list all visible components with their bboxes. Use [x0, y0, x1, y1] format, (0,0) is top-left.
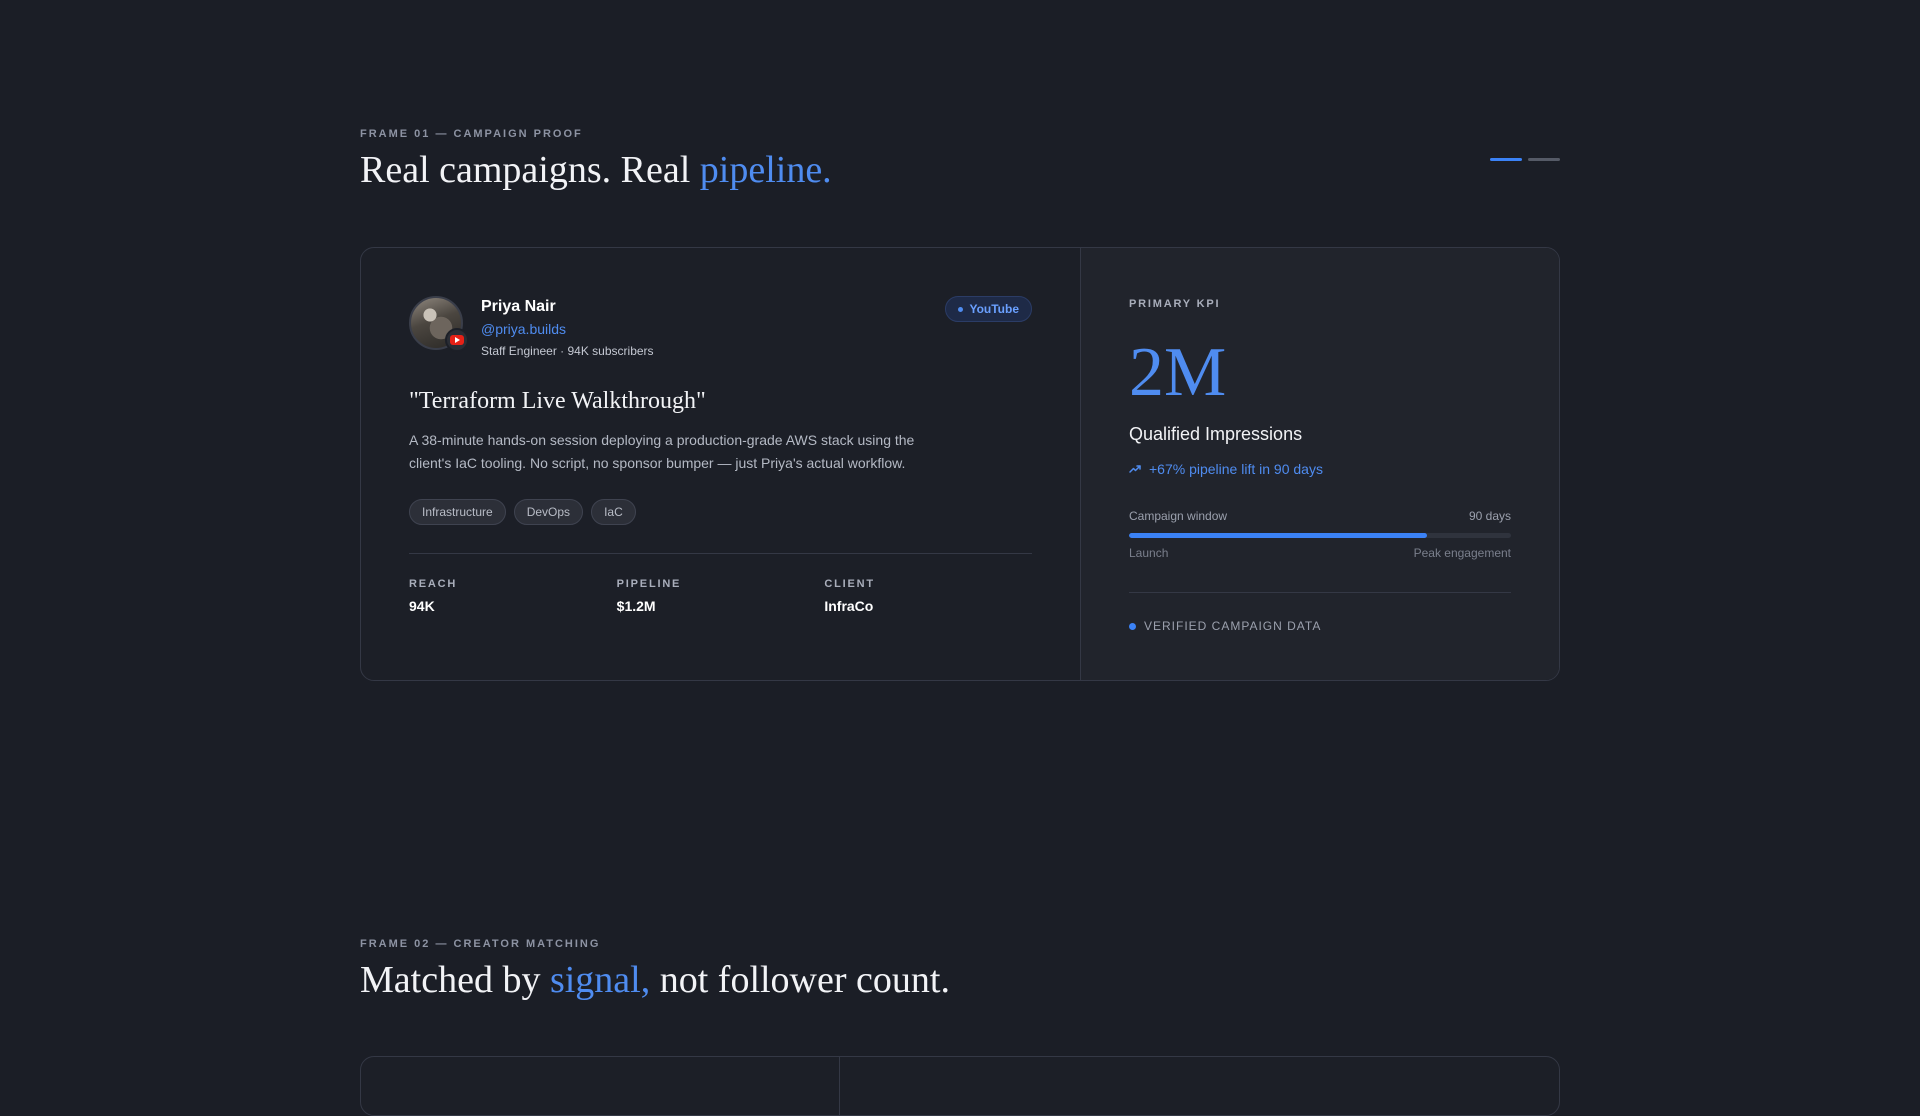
- campaign-title: "Terraform Live Walkthrough": [409, 388, 706, 414]
- verified-badge: VERIFIED CAMPAIGN DATA: [1129, 619, 1511, 633]
- trending-up-icon: [1129, 465, 1141, 473]
- stats-row: REACH 94K PIPELINE $1.2M CLIENT InfraCo: [409, 578, 1032, 614]
- kpi-divider: [1129, 592, 1511, 593]
- creator-handle-link[interactable]: @priya.builds: [481, 321, 566, 337]
- kpi-label: PRIMARY KPI: [1129, 298, 1221, 310]
- tag-devops: DevOps: [513, 499, 584, 525]
- verified-dot-icon: [1129, 622, 1136, 630]
- creator-info: Priya Nair @priya.builds Staff Engineer …: [481, 296, 654, 358]
- card-divider: [839, 1057, 840, 1115]
- frame-01-headline: Real campaigns. Real pipeline.: [360, 149, 1560, 192]
- frame-02-eyebrow: FRAME 02 — CREATOR MATCHING: [360, 938, 601, 950]
- range-start: Launch: [1129, 546, 1169, 560]
- kpi-caption: Qualified Impressions: [1129, 424, 1303, 444]
- stat-client: CLIENT InfraCo: [824, 578, 1032, 614]
- campaign-description: A 38-minute hands-on session deploying a…: [409, 432, 915, 471]
- stat-label: PIPELINE: [616, 578, 682, 590]
- pipeline-lift: +67% pipeline lift in 90 days: [1129, 461, 1511, 477]
- headline-text: Matched by: [360, 959, 550, 1001]
- pipeline-lift-text: +67% pipeline lift in 90 days: [1149, 461, 1323, 477]
- headline-text: Real campaigns. Real: [360, 149, 700, 191]
- tag-list: Infrastructure DevOps IaC: [409, 499, 1032, 525]
- platform-dot-icon: [958, 306, 964, 312]
- kpi-value: 2M: [1129, 334, 1227, 411]
- youtube-icon: [445, 328, 469, 352]
- creator-name: Priya Nair: [481, 298, 556, 315]
- campaign-details-panel: Priya Nair @priya.builds Staff Engineer …: [361, 248, 1080, 680]
- frame-01-eyebrow: FRAME 01 — CAMPAIGN PROOF: [360, 128, 583, 140]
- tag-infrastructure: Infrastructure: [409, 499, 506, 525]
- campaign-progress-bar: [1129, 533, 1511, 538]
- campaign-window-value: 90 days: [1468, 509, 1511, 523]
- stat-label: REACH: [409, 578, 458, 590]
- kpi-panel: PRIMARY KPI 2M Qualified Impressions +67…: [1080, 248, 1559, 680]
- stat-pipeline: PIPELINE $1.2M: [617, 578, 825, 614]
- stat-reach: REACH 94K: [409, 578, 617, 614]
- creator-meta: Staff Engineer · 94K subscribers: [481, 344, 654, 358]
- pager-dot-1[interactable]: [1490, 158, 1522, 161]
- avatar-wrapper: [409, 296, 469, 352]
- stat-value: 94K: [409, 598, 435, 614]
- campaign-range-row: Launch Peak engagement: [1129, 546, 1511, 560]
- headline-accent: pipeline.: [699, 149, 832, 191]
- headline-text-end: not follower count.: [650, 959, 950, 1001]
- headline-accent: signal,: [549, 959, 651, 1001]
- platform-label: YouTube: [969, 302, 1019, 316]
- verified-label: VERIFIED CAMPAIGN DATA: [1144, 619, 1322, 633]
- campaign-window-row: Campaign window 90 days: [1129, 509, 1511, 523]
- stat-label: CLIENT: [824, 578, 875, 590]
- frame-02-headline: Matched by signal, not follower count.: [360, 959, 1560, 1002]
- campaign-card: Priya Nair @priya.builds Staff Engineer …: [360, 247, 1560, 681]
- stat-value: InfraCo: [824, 598, 874, 614]
- campaign-window-label: Campaign window: [1129, 509, 1228, 523]
- frame-02-header: FRAME 02 — CREATOR MATCHING Matched by s…: [360, 938, 1560, 1002]
- creator-matching-card: [360, 1056, 1560, 1116]
- tag-iac: IaC: [591, 499, 636, 525]
- stats-divider: [409, 553, 1032, 554]
- carousel-pager: [1490, 158, 1560, 161]
- platform-badge: YouTube: [945, 296, 1032, 322]
- pager-dot-2[interactable]: [1528, 158, 1560, 161]
- campaign-progress-fill: [1129, 533, 1427, 538]
- stat-value: $1.2M: [616, 598, 656, 614]
- creator-block: Priya Nair @priya.builds Staff Engineer …: [409, 296, 1032, 358]
- frame-01-header: FRAME 01 — CAMPAIGN PROOF Real campaigns…: [360, 128, 1560, 192]
- range-end: Peak engagement: [1413, 546, 1511, 560]
